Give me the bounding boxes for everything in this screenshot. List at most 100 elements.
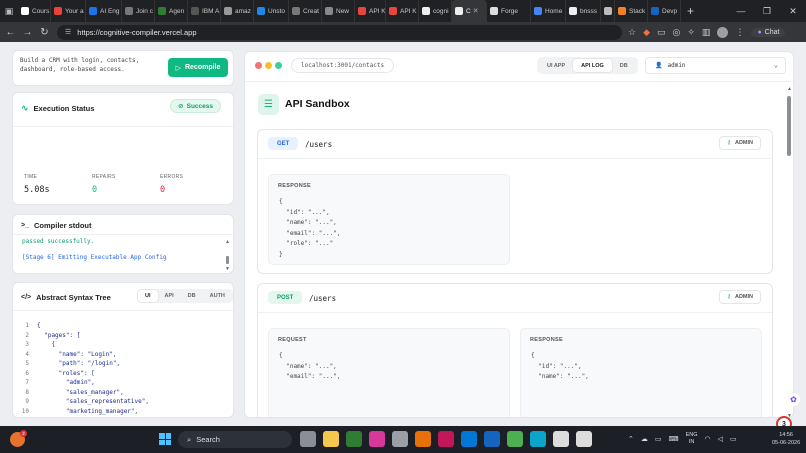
tab-favicon-icon [422,7,430,15]
back-icon[interactable]: ← [4,26,17,39]
scroll-down-arrow[interactable]: ▼ [225,266,230,272]
prompt-input[interactable]: Build a CRM with login, contacts, dashbo… [20,56,160,74]
ast-tab-ui[interactable]: UI [138,290,158,302]
browser-tab[interactable]: API K [386,0,419,22]
browser-tab[interactable]: Stack [615,0,648,22]
mode-tab-db[interactable]: DB [612,59,636,72]
browser-tab[interactable]: bnsss [566,0,601,22]
cloud-icon[interactable]: ☁ [641,435,648,443]
language-indicator[interactable]: ENG IN [686,432,698,445]
code-line: 11 "customer_support" [13,416,233,417]
browser-tab[interactable] [601,0,615,22]
monitor-icon[interactable]: ▭ [655,435,662,443]
maximize-icon[interactable]: ❐ [754,0,780,22]
taskbar: 2 ⌕ Search ⌃ ☁ ▭ ⌨ ENG IN ◠ ◁ ▭ 14:56 05… [0,426,806,453]
browser-tab[interactable]: Devp [648,0,681,22]
reload-icon[interactable]: ↻ [38,26,51,39]
browser-tab[interactable]: API K [355,0,386,22]
taskbar-app-icon[interactable] [507,431,523,447]
bookmark-star-icon[interactable]: ☆ [628,27,636,38]
browser-tab[interactable]: Creat [289,0,322,22]
taskbar-app-icon[interactable] [461,431,477,447]
ast-tab-auth[interactable]: AUTH [203,290,232,302]
search-icon: ⌕ [187,434,192,444]
taskbar-app-icon[interactable] [438,431,454,447]
browser-tab[interactable]: cogni [419,0,452,22]
tab-favicon-icon [534,7,542,15]
floating-count-badge[interactable]: 3 [776,416,792,426]
taskbar-app-icon[interactable] [484,431,500,447]
tab-favicon-icon [158,7,166,15]
extension-icon[interactable]: ◆ [643,27,650,38]
stdout-line: passed successfully. [22,238,95,245]
keyboard-icon[interactable]: ⌨ [669,435,679,443]
start-button[interactable] [159,433,171,445]
stdout-scrollbar-thumb[interactable] [226,256,229,264]
code-line: 4 "name": "Login", [13,350,233,360]
browser-tab[interactable]: Unsto [254,0,289,22]
tab-favicon-icon [651,7,659,15]
sidebar-icon[interactable]: ▥ [702,27,711,38]
recompile-button[interactable]: ▷ Recompile [168,58,228,77]
browser-tab[interactable]: IBM A [188,0,221,22]
chat-button[interactable]: ● Chat [751,27,786,37]
taskbar-app-icon[interactable] [300,431,316,447]
sandbox-panel: localhost:3001/contacts UI APP API LOG DB … [244,51,794,418]
browser-tab[interactable]: C ✕ [452,0,487,22]
minimize-icon[interactable]: — [728,0,754,22]
profile-avatar[interactable] [717,26,729,38]
user-role-select[interactable]: 👤 admin ⌄ [645,57,786,74]
taskbar-app-icon[interactable] [415,431,431,447]
browser-tab[interactable]: amaz [221,0,254,22]
puzzle-icon[interactable]: ✧ [687,27,695,38]
browser-tab[interactable]: AI Eng [86,0,122,22]
code-line: 9 "sales_representative", [13,397,233,407]
terminal-icon: >_ [21,222,29,229]
chevron-up-icon[interactable]: ⌃ [628,435,634,443]
forward-icon[interactable]: → [21,26,34,39]
browser-tab[interactable]: Forge [487,0,531,22]
refresh-extension-icon[interactable]: ◎ [673,27,681,38]
taskbar-app-icon[interactable] [346,431,362,447]
site-info-icon[interactable]: ☰ [65,28,71,36]
browser-tab[interactable]: Cours [18,0,51,22]
line-number: 2 [25,331,29,339]
address-bar[interactable]: ☰ https://cognitive-compiler.vercel.app [57,24,622,40]
json-line: "role": "..." [279,240,334,247]
system-clock[interactable]: 14:56 05-06-2026 [772,432,800,447]
taskbar-app-icon[interactable] [553,431,569,447]
volume-icon[interactable]: ◁ [718,435,723,443]
code-line: 6 "roles": [ [13,369,233,379]
taskbar-app-icon[interactable] [392,431,408,447]
scroll-up-arrow[interactable]: ▲ [225,239,230,245]
sandbox-scrollbar[interactable]: ▲ ▼ [786,86,793,417]
taskbar-app-icon[interactable] [576,431,592,447]
cast-icon[interactable]: ▭ [657,27,666,38]
browser-tab[interactable]: Agen [155,0,188,22]
new-tab-button[interactable]: + [681,4,700,18]
tab-close-icon[interactable]: ✕ [473,7,479,15]
wifi-icon[interactable]: ◠ [705,435,711,443]
scrollbar-thumb[interactable] [787,96,791,156]
mode-tab-ui-app[interactable]: UI APP [539,59,573,72]
taskbar-search[interactable]: ⌕ Search [178,431,292,448]
browser-tab[interactable]: Your a [51,0,86,22]
battery-icon[interactable]: ▭ [730,435,737,443]
browser-tab[interactable]: Join c [122,0,155,22]
ast-tab-db[interactable]: DB [181,290,203,302]
floating-assistant-icon[interactable]: ✿ [787,393,800,406]
tab-search-icon[interactable]: ▣ [0,0,18,22]
mode-tab-api-log[interactable]: API LOG [573,59,612,72]
taskbar-app-icon[interactable] [530,431,546,447]
tab-label: Cours [32,7,50,15]
taskbar-app-icon[interactable] [323,431,339,447]
close-window-icon[interactable]: ✕ [780,0,806,22]
browser-tab[interactable]: New [322,0,355,22]
divider [258,158,772,159]
browser-tab[interactable]: Home [531,0,566,22]
taskbar-app-icon[interactable] [369,431,385,447]
scroll-up-arrow[interactable]: ▲ [787,86,792,92]
browser-menu-icon[interactable]: ⋮ [735,27,744,38]
ast-tab-api[interactable]: API [158,290,181,302]
code-text: "name": "Login", [37,350,117,358]
